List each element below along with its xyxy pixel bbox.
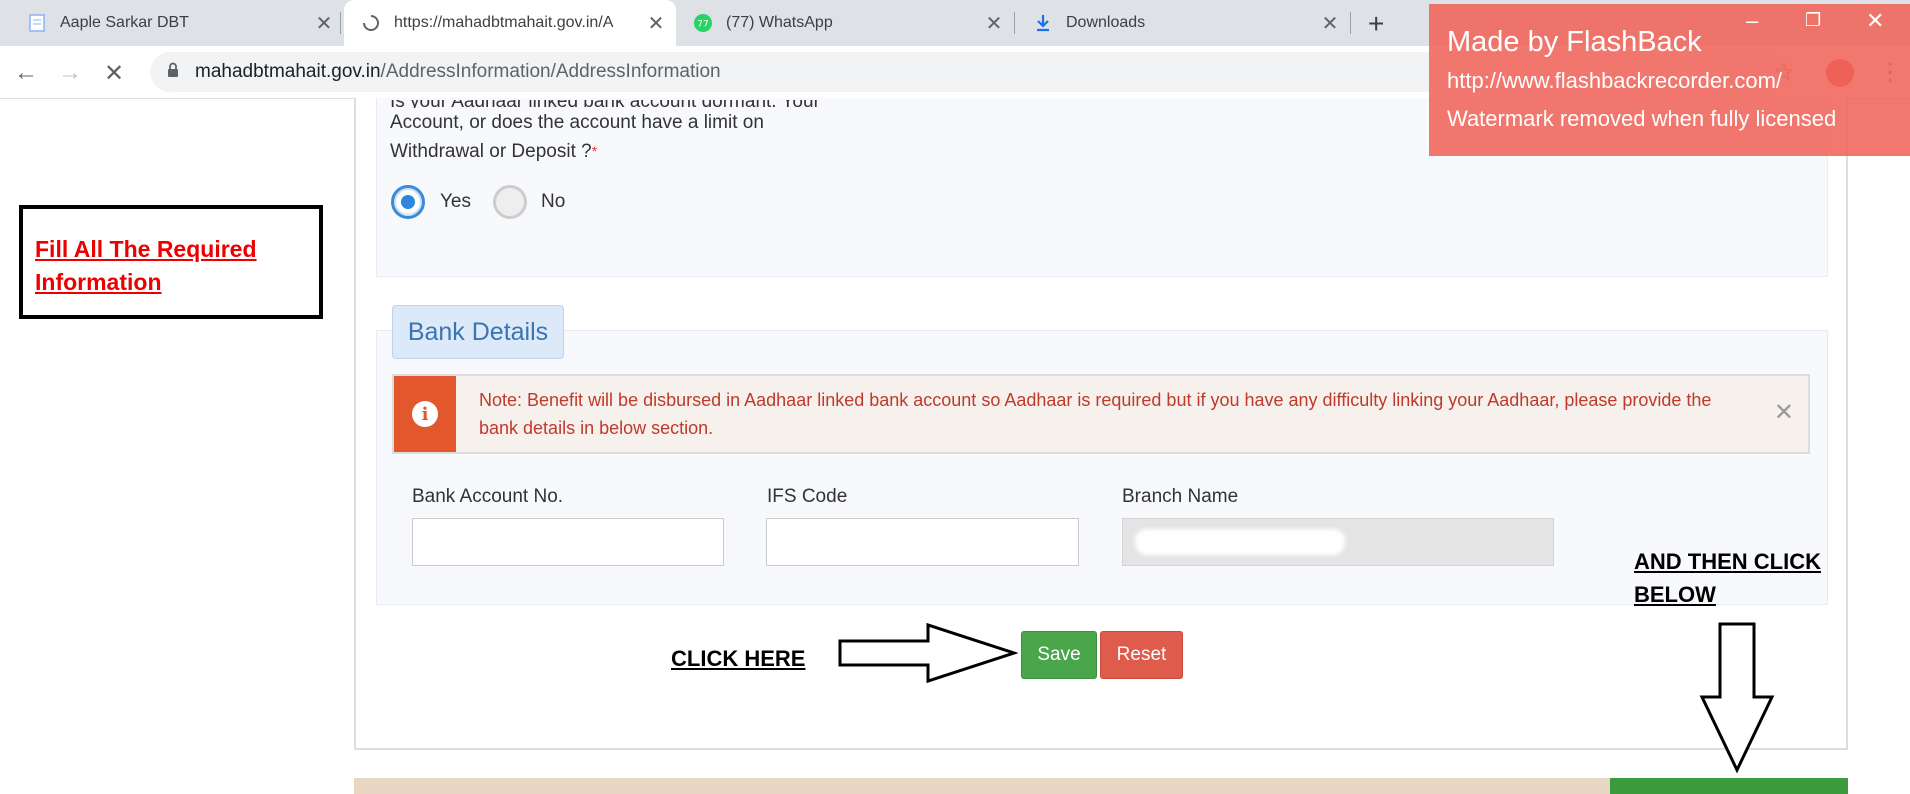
aadhaar-note-alert: i Note: Benefit will be disbursed in Aad… bbox=[392, 374, 1810, 454]
down-arrow-annotation bbox=[1699, 622, 1775, 774]
question-line-1: Is your Aadhaar linked bank account dorm… bbox=[390, 100, 820, 108]
close-window-icon[interactable]: ✕ bbox=[1866, 8, 1884, 34]
radio-yes[interactable] bbox=[391, 185, 425, 219]
and-then-line-1: AND THEN CLICK bbox=[1634, 549, 1821, 574]
bank-account-input[interactable] bbox=[412, 518, 724, 566]
ifsc-input[interactable] bbox=[766, 518, 1079, 566]
url-text[interactable]: mahadbtmahait.gov.in/AddressInformation/… bbox=[195, 61, 721, 83]
tab-title: https://mahadbtmahait.gov.in/A bbox=[394, 14, 614, 31]
whatsapp-badge: 77 bbox=[697, 20, 708, 30]
tab-title: Aaple Sarkar DBT bbox=[60, 14, 189, 31]
tab-close-icon[interactable]: ✕ bbox=[314, 11, 334, 36]
stop-loading-button[interactable]: ✕ bbox=[96, 55, 132, 91]
maximize-window-icon[interactable]: ❐ bbox=[1805, 10, 1821, 31]
minimize-window-icon[interactable]: – bbox=[1746, 8, 1758, 34]
ifsc-label: IFS Code bbox=[767, 486, 848, 507]
flashback-watermark: Made by FlashBack http://www.flashbackre… bbox=[1429, 4, 1910, 156]
question-line-3: Withdrawal or Deposit ? bbox=[390, 141, 592, 162]
loading-spinner-icon bbox=[362, 14, 380, 32]
required-marker: * bbox=[591, 143, 598, 159]
download-icon bbox=[1034, 14, 1052, 32]
watermark-line-2: http://www.flashbackrecorder.com/ bbox=[1447, 68, 1783, 93]
instruction-text: Fill All The Required Information bbox=[35, 233, 257, 299]
instruction-box: Fill All The Required Information bbox=[19, 205, 323, 319]
watermark-line-1: Made by FlashBack bbox=[1447, 26, 1702, 58]
tab-divider bbox=[1350, 12, 1351, 34]
tab-close-icon[interactable]: ✕ bbox=[1320, 11, 1340, 36]
url-path: /AddressInformation/AddressInformation bbox=[380, 61, 721, 82]
tab-mahadbt[interactable]: https://mahadbtmahait.gov.in/A ✕ bbox=[344, 0, 676, 46]
tab-downloads[interactable]: Downloads ✕ bbox=[1034, 0, 1340, 46]
question-line-2: Account, or does the account have a limi… bbox=[390, 112, 764, 133]
tab-title: (77) WhatsApp bbox=[726, 14, 833, 31]
radio-no[interactable] bbox=[493, 185, 527, 219]
redacted-value bbox=[1135, 529, 1345, 555]
click-here-label: CLICK HERE bbox=[671, 646, 806, 671]
whatsapp-icon: 77 bbox=[694, 14, 712, 32]
right-arrow-annotation bbox=[838, 622, 1018, 684]
watermark-line-3: Watermark removed when fully licensed bbox=[1447, 106, 1837, 131]
tab-title: Downloads bbox=[1066, 14, 1146, 31]
lock-icon bbox=[167, 62, 179, 83]
radio-no-label[interactable]: No bbox=[541, 191, 565, 213]
document-icon bbox=[28, 14, 46, 32]
branch-name-input bbox=[1122, 518, 1554, 566]
tab-whatsapp[interactable]: 77 (77) WhatsApp ✕ bbox=[694, 0, 1004, 46]
next-button[interactable] bbox=[1610, 778, 1848, 794]
tab-close-icon[interactable]: ✕ bbox=[646, 11, 666, 36]
tab-aaple-sarkar[interactable]: Aaple Sarkar DBT ✕ bbox=[22, 0, 334, 46]
bank-details-heading: Bank Details bbox=[392, 305, 564, 359]
instruction-line-2: Information bbox=[35, 269, 162, 295]
info-icon: i bbox=[412, 401, 438, 427]
radio-yes-label[interactable]: Yes bbox=[440, 191, 471, 213]
alert-close-icon[interactable]: ✕ bbox=[1774, 398, 1794, 427]
and-then-line-2: BELOW bbox=[1634, 582, 1716, 607]
and-then-click-label: AND THEN CLICK BELOW bbox=[1634, 545, 1821, 611]
tab-divider bbox=[340, 12, 341, 34]
branch-name-label: Branch Name bbox=[1122, 486, 1239, 507]
reset-button[interactable]: Reset bbox=[1100, 631, 1183, 679]
instruction-line-1: Fill All The Required bbox=[35, 236, 257, 262]
info-icon-box: i bbox=[394, 376, 456, 452]
dormant-account-question: Is your Aadhaar linked bank account dorm… bbox=[390, 100, 820, 166]
url-host: mahadbtmahait.gov.in bbox=[195, 61, 381, 82]
bank-account-label: Bank Account No. bbox=[412, 486, 564, 507]
alert-message: Note: Benefit will be disbursed in Aadha… bbox=[479, 390, 1712, 438]
forward-button[interactable]: → bbox=[52, 55, 88, 91]
new-tab-button[interactable]: + bbox=[1368, 8, 1384, 40]
back-button[interactable]: ← bbox=[8, 55, 44, 91]
tab-divider bbox=[1014, 12, 1015, 34]
tab-close-icon[interactable]: ✕ bbox=[984, 11, 1004, 36]
save-button[interactable]: Save bbox=[1021, 631, 1097, 679]
